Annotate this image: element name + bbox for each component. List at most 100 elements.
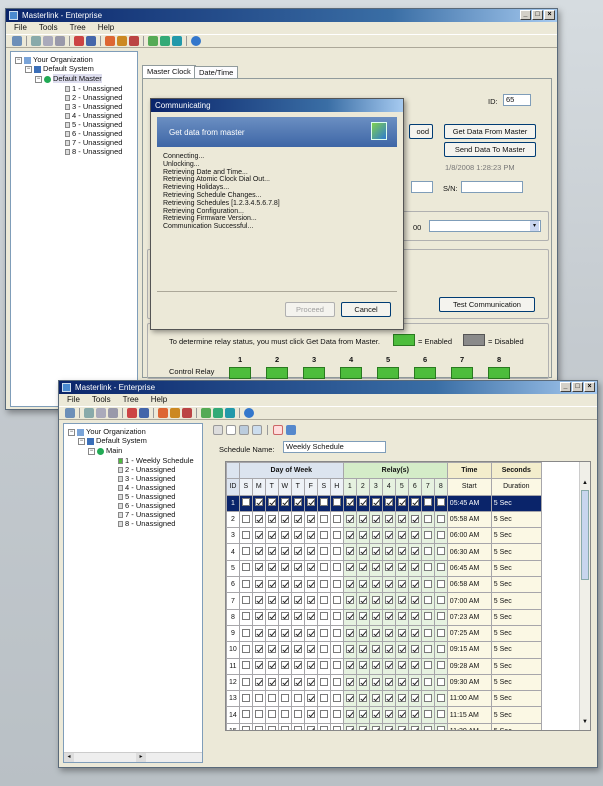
- relay-checkbox[interactable]: [410, 563, 419, 572]
- relay-checkbox[interactable]: [384, 530, 393, 539]
- relay-checkbox[interactable]: [345, 644, 354, 653]
- delete-icon[interactable]: [273, 425, 283, 435]
- day-checkbox[interactable]: [280, 547, 289, 556]
- day-checkbox[interactable]: [280, 644, 289, 653]
- day-checkbox[interactable]: [293, 710, 302, 719]
- relay-checkbox[interactable]: [410, 579, 419, 588]
- duration-cell[interactable]: 5 Sec: [490, 494, 542, 512]
- start-time-cell[interactable]: 09:28 AM: [446, 657, 492, 675]
- tree-master[interactable]: − Default Master: [35, 74, 102, 83]
- menu-help[interactable]: Help: [151, 394, 167, 406]
- day-checkbox[interactable]: [280, 612, 289, 621]
- relay-checkbox[interactable]: [358, 644, 367, 653]
- relay-checkbox[interactable]: [436, 563, 445, 572]
- table-row[interactable]: 1 05:45 AM 5 Sec: [226, 494, 542, 512]
- relay-checkbox[interactable]: [358, 628, 367, 637]
- table-row[interactable]: 15 11:30 AM5 Sec: [226, 722, 542, 730]
- clock-icon[interactable]: [158, 408, 168, 418]
- day-checkbox[interactable]: [293, 677, 302, 686]
- duration-cell[interactable]: 5 Sec: [490, 527, 542, 545]
- relay-checkbox[interactable]: [371, 710, 380, 719]
- grid-vscrollbar[interactable]: ▲ ▼: [579, 462, 590, 730]
- relay-checkbox[interactable]: [384, 661, 393, 670]
- relay-checkbox[interactable]: [358, 710, 367, 719]
- relay-checkbox[interactable]: [345, 628, 354, 637]
- relay-checkbox[interactable]: [436, 710, 445, 719]
- relay-checkbox[interactable]: [423, 612, 432, 621]
- day-checkbox[interactable]: [241, 710, 250, 719]
- relay-checkbox[interactable]: [423, 530, 432, 539]
- day-checkbox[interactable]: [267, 612, 276, 621]
- new-schedule-icon[interactable]: [226, 425, 236, 435]
- duration-cell[interactable]: 5 Sec: [490, 559, 542, 578]
- day-checkbox[interactable]: [306, 547, 315, 556]
- help-icon[interactable]: [244, 408, 254, 418]
- relay-checkbox[interactable]: [384, 547, 393, 556]
- cut-icon[interactable]: [43, 36, 53, 46]
- day-checkbox[interactable]: [280, 563, 289, 572]
- start-time-cell[interactable]: 06:30 AM: [446, 543, 492, 561]
- relay-checkbox[interactable]: [358, 596, 367, 605]
- day-checkbox[interactable]: [267, 710, 276, 719]
- relay-checkbox[interactable]: [397, 710, 406, 719]
- relay-checkbox[interactable]: [436, 693, 445, 702]
- day-checkbox[interactable]: [319, 710, 328, 719]
- menu-tools[interactable]: Tools: [92, 394, 111, 406]
- relay-checkbox[interactable]: [410, 530, 419, 539]
- relay-checkbox[interactable]: [423, 661, 432, 670]
- day-checkbox[interactable]: [332, 579, 341, 588]
- day-checkbox[interactable]: [267, 661, 276, 670]
- relay-checkbox[interactable]: [423, 498, 432, 507]
- relay-checkbox[interactable]: [410, 661, 419, 670]
- relay-checkbox[interactable]: [436, 612, 445, 621]
- tree-relay-5[interactable]: 5 - Unassigned: [65, 120, 122, 129]
- start-time-cell[interactable]: 05:45 AM: [446, 494, 492, 512]
- relay-checkbox[interactable]: [371, 514, 380, 523]
- tree-relay-2[interactable]: 2 - Unassigned: [118, 465, 175, 474]
- calendar-icon[interactable]: [129, 36, 139, 46]
- relay-checkbox[interactable]: [358, 661, 367, 670]
- relay-checkbox[interactable]: [423, 726, 432, 730]
- day-checkbox[interactable]: [254, 530, 263, 539]
- tree-relay-3[interactable]: 3 - Unassigned: [65, 102, 122, 111]
- relay-checkbox[interactable]: [384, 596, 393, 605]
- menu-tree[interactable]: Tree: [123, 394, 139, 406]
- relay-checkbox[interactable]: [358, 677, 367, 686]
- tree-relay-7[interactable]: 7 - Unassigned: [65, 138, 122, 147]
- day-checkbox[interactable]: [332, 693, 341, 702]
- duration-cell[interactable]: 5 Sec: [490, 510, 542, 529]
- day-checkbox[interactable]: [254, 677, 263, 686]
- relay-checkbox[interactable]: [371, 661, 380, 670]
- day-checkbox[interactable]: [280, 514, 289, 523]
- bell-icon[interactable]: [117, 36, 127, 46]
- relay-checkbox[interactable]: [410, 596, 419, 605]
- relay-checkbox[interactable]: [371, 726, 380, 730]
- table-row[interactable]: 10 09:15 AM 5 Sec: [226, 641, 542, 659]
- day-checkbox[interactable]: [306, 596, 315, 605]
- close-button[interactable]: ×: [544, 10, 555, 20]
- day-checkbox[interactable]: [280, 596, 289, 605]
- day-checkbox[interactable]: [254, 710, 263, 719]
- relay-checkbox[interactable]: [345, 530, 354, 539]
- tree-relay-7[interactable]: 7 - Unassigned: [118, 510, 175, 519]
- relay-checkbox[interactable]: [371, 628, 380, 637]
- duration-cell[interactable]: 5 Sec: [490, 673, 542, 692]
- day-checkbox[interactable]: [319, 726, 328, 730]
- relay-checkbox[interactable]: [384, 579, 393, 588]
- day-checkbox[interactable]: [254, 612, 263, 621]
- relay-checkbox[interactable]: [436, 726, 445, 730]
- table-row[interactable]: 11 09:28 AM 5 Sec: [226, 657, 542, 675]
- grid-icon[interactable]: [148, 36, 158, 46]
- day-checkbox[interactable]: [319, 644, 328, 653]
- schedule-name-input[interactable]: Weekly Schedule: [283, 441, 386, 453]
- day-checkbox[interactable]: [306, 563, 315, 572]
- day-checkbox[interactable]: [306, 710, 315, 719]
- relay-checkbox[interactable]: [371, 563, 380, 572]
- day-checkbox[interactable]: [306, 693, 315, 702]
- table-row[interactable]: 5 06:45 AM 5 Sec: [226, 559, 542, 578]
- day-checkbox[interactable]: [293, 644, 302, 653]
- sn-field[interactable]: [461, 181, 523, 193]
- relay-checkbox[interactable]: [384, 612, 393, 621]
- day-checkbox[interactable]: [241, 612, 250, 621]
- menu-file[interactable]: File: [14, 22, 27, 34]
